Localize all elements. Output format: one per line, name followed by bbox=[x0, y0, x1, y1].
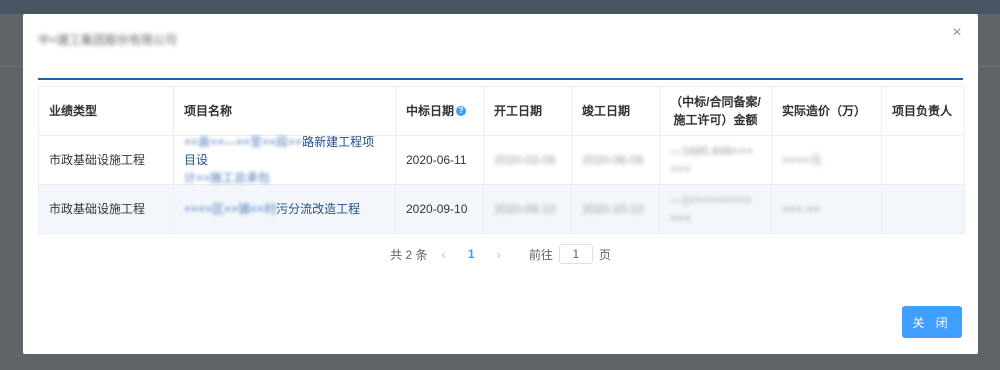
cell-bid-date: 2020-09-10 bbox=[396, 185, 484, 233]
header-actual-cost: 实际造价（万） bbox=[772, 87, 882, 135]
header-start-date: 开工日期 bbox=[484, 87, 572, 135]
header-type: 业绩类型 bbox=[39, 87, 174, 135]
cell-amount: —1685.846××× ××× bbox=[660, 136, 772, 184]
chevron-right-icon[interactable]: › bbox=[497, 247, 501, 262]
help-icon[interactable]: ? bbox=[456, 106, 467, 116]
cell-start-date: 2020-03-08 bbox=[484, 136, 572, 184]
header-end-date: 竣工日期 bbox=[572, 87, 660, 135]
page-number[interactable]: 1 bbox=[468, 247, 475, 261]
cell-manager bbox=[882, 136, 962, 184]
cell-amount: —1××××××××× ××× bbox=[660, 185, 772, 233]
cell-manager bbox=[882, 185, 962, 233]
goto-label: 前往 bbox=[528, 247, 553, 262]
cell-project-name[interactable]: ××县××—××至××段××路新建工程项目设 计××施工总承包 bbox=[174, 135, 396, 185]
cell-type: 市政基础设施工程 bbox=[39, 136, 174, 184]
cell-actual-cost: ×××.×× bbox=[772, 185, 882, 233]
cell-end-date: 2020-10-10 bbox=[572, 185, 660, 233]
modal-title: 中×建工集团股份有限公司 bbox=[38, 33, 178, 47]
page-jump-input[interactable] bbox=[558, 244, 593, 264]
cell-actual-cost: ××××元 bbox=[772, 136, 882, 184]
header-manager: 项目负责人 bbox=[892, 104, 953, 118]
chevron-left-icon[interactable]: ‹ bbox=[441, 247, 445, 262]
project-name-link[interactable]: 污分流改造工程 bbox=[276, 202, 360, 216]
pagination: 共 2 条 ‹ 1 › 前往 页 bbox=[23, 243, 978, 265]
cell-bid-date: 2020-06-11 bbox=[396, 136, 484, 184]
project-name-line2: 计××施工总承包 bbox=[184, 171, 271, 185]
cell-end-date: 2020-06-08 bbox=[572, 136, 660, 184]
cell-project-name[interactable]: ××××区××镇××村污分流改造工程 bbox=[174, 185, 396, 233]
modal-dialog: 中×建工集团股份有限公司 × 业绩类型 项目名称 中标日期 ? 开工日期 竣工日… bbox=[23, 14, 978, 354]
header-amount: （中标/合同备案/施工许可）金额 bbox=[660, 87, 772, 135]
pagination-total: 共 2 条 bbox=[390, 247, 428, 262]
close-button[interactable]: 关 闭 bbox=[902, 306, 962, 338]
cell-type: 市政基础设施工程 bbox=[39, 185, 174, 233]
close-icon[interactable]: × bbox=[948, 24, 966, 42]
project-name-blurred: ××县××—××至××段×× bbox=[184, 135, 303, 149]
header-bid-date: 中标日期 ? bbox=[396, 87, 484, 135]
table-row: 市政基础设施工程 ××县××—××至××段××路新建工程项目设 计××施工总承包… bbox=[39, 135, 964, 185]
table-row: 市政基础设施工程 ××××区××镇××村污分流改造工程 2020-09-10 2… bbox=[39, 185, 964, 234]
title-divider bbox=[38, 78, 963, 80]
page-suffix: 页 bbox=[598, 247, 611, 262]
header-project-name: 项目名称 bbox=[174, 87, 396, 135]
background-topbar bbox=[0, 0, 1000, 14]
table-header-row: 业绩类型 项目名称 中标日期 ? 开工日期 竣工日期 （中标/合同备案/施工许可… bbox=[39, 87, 964, 136]
project-name-blurred: ××××区××镇××村 bbox=[184, 202, 277, 216]
performance-table: 业绩类型 项目名称 中标日期 ? 开工日期 竣工日期 （中标/合同备案/施工许可… bbox=[38, 86, 965, 234]
cell-start-date: 2020-09-10 bbox=[484, 185, 572, 233]
